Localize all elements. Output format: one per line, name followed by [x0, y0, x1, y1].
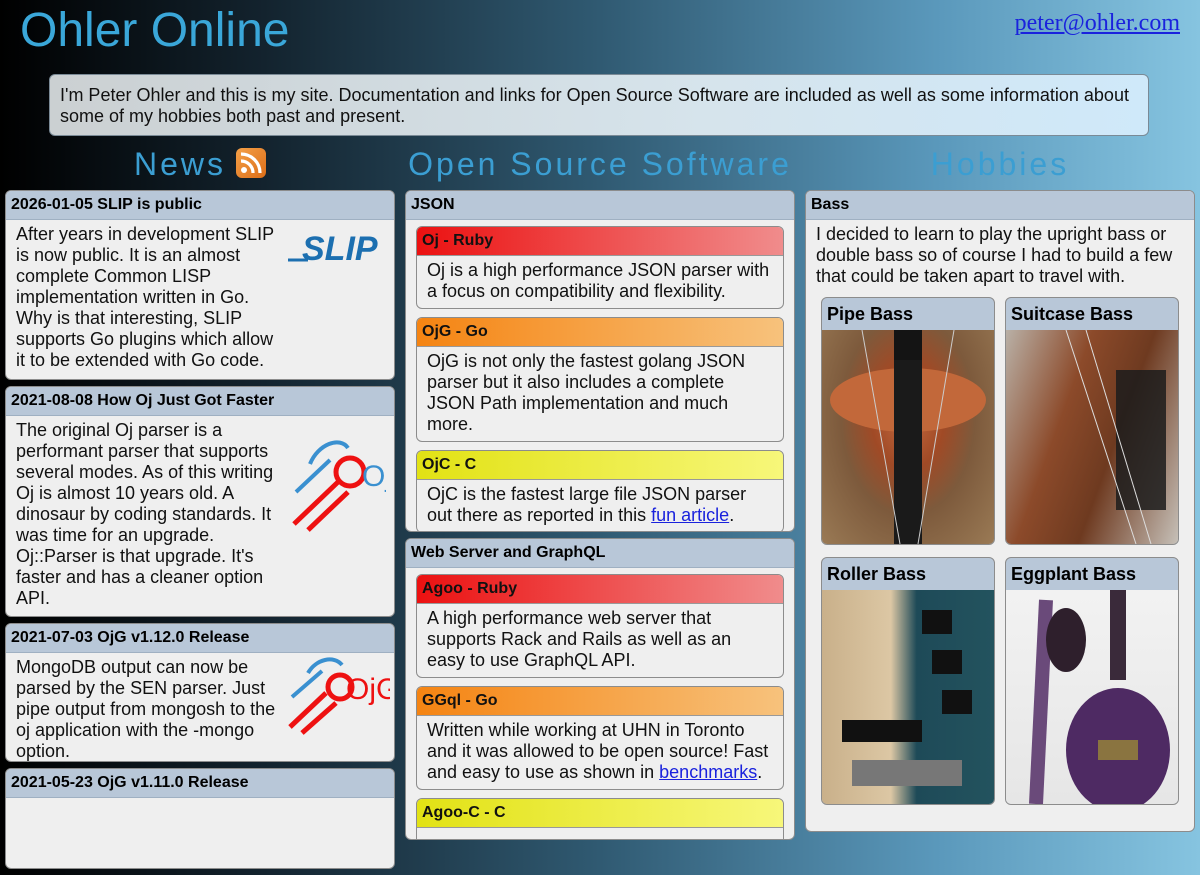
rss-icon[interactable]: [236, 148, 266, 178]
bass-card[interactable]: Pipe Bass: [821, 297, 995, 545]
project-title[interactable]: Agoo-C - C: [417, 799, 783, 827]
project-desc-end: .: [729, 505, 735, 525]
project-title[interactable]: Agoo - Ruby: [417, 575, 783, 603]
project-card: Agoo-C - C: [416, 798, 784, 839]
project-desc: A high performance web server that suppo…: [417, 603, 783, 677]
benchmarks-link[interactable]: benchmarks: [659, 762, 757, 782]
bass-gallery: Pipe Bass Suitcase Bass Roller Bass Eggp…: [806, 293, 1194, 807]
news-item: 2026-01-05 SLIP is public After years in…: [5, 190, 395, 380]
news-item-title[interactable]: 2021-08-08 How Oj Just Got Faster: [6, 387, 394, 416]
ojg-logo-text: OjG: [346, 673, 390, 706]
news-heading: News: [5, 146, 395, 183]
oj-logo: Oj: [290, 434, 392, 539]
news-item: 2021-05-23 OjG v1.11.0 Release: [5, 768, 395, 869]
json-section: JSON Oj - Ruby Oj is a high performance …: [405, 190, 795, 532]
project-desc: [417, 827, 783, 839]
news-item: 2021-08-08 How Oj Just Got Faster The or…: [5, 386, 395, 617]
oss-column: JSON Oj - Ruby Oj is a high performance …: [405, 190, 795, 846]
email-link[interactable]: peter@ohler.com: [1015, 10, 1180, 37]
news-item-title[interactable]: 2021-07-03 OjG v1.12.0 Release: [6, 624, 394, 653]
project-desc: OjC is the fastest large file JSON parse…: [417, 479, 783, 531]
slip-logo: SLIP: [286, 224, 386, 277]
project-title[interactable]: Oj - Ruby: [417, 227, 783, 255]
project-title[interactable]: OjC - C: [417, 451, 783, 479]
intro-box: I'm Peter Ohler and this is my site. Doc…: [49, 74, 1149, 136]
bass-section: Bass I decided to learn to play the upri…: [805, 190, 1195, 832]
project-card: OjC - C OjC is the fastest large file JS…: [416, 450, 784, 531]
news-item-title[interactable]: 2021-05-23 OjG v1.11.0 Release: [6, 769, 394, 798]
bass-title: Suitcase Bass: [1011, 304, 1134, 324]
project-desc: OjG is not only the fastest golang JSON …: [417, 346, 783, 441]
web-section: Web Server and GraphQL Agoo - Ruby A hig…: [405, 538, 795, 840]
site-title: Ohler Online: [20, 4, 290, 57]
news-item: 2021-07-03 OjG v1.12.0 Release MongoDB o…: [5, 623, 395, 762]
news-heading-label: News: [133, 146, 226, 182]
slip-logo-text: SLIP: [302, 230, 378, 268]
fun-article-link[interactable]: fun article: [651, 505, 729, 525]
project-title[interactable]: OjG - Go: [417, 318, 783, 346]
project-card: Agoo - Ruby A high performance web serve…: [416, 574, 784, 678]
bass-section-title: Bass: [806, 191, 1194, 220]
hobbies-heading: Hobbies: [930, 146, 1070, 182]
web-section-title: Web Server and GraphQL: [406, 539, 794, 568]
eggplant-bass-photo[interactable]: [1006, 590, 1178, 804]
project-desc-end: .: [757, 762, 763, 782]
pipe-bass-photo[interactable]: [822, 330, 994, 544]
news-item-body: The original Oj parser is a performant p…: [16, 420, 274, 608]
oss-heading: Open Source Software: [408, 146, 792, 182]
bass-title: Eggplant Bass: [1011, 564, 1137, 584]
roller-bass-photo[interactable]: [822, 590, 994, 804]
bass-intro: I decided to learn to play the upright b…: [816, 224, 1173, 286]
news-column: 2026-01-05 SLIP is public After years in…: [5, 190, 395, 875]
bass-card[interactable]: Eggplant Bass: [1005, 557, 1179, 805]
news-item-body: After years in development SLIP is now p…: [16, 224, 274, 370]
hobbies-column: Bass I decided to learn to play the upri…: [805, 190, 1195, 838]
bass-card[interactable]: Roller Bass: [821, 557, 995, 805]
project-card: GGql - Go Written while working at UHN i…: [416, 686, 784, 790]
news-item-title[interactable]: 2026-01-05 SLIP is public: [6, 191, 394, 220]
project-card: OjG - Go OjG is not only the fastest gol…: [416, 317, 784, 442]
oj-logo-text: Oj: [362, 460, 386, 493]
bass-card[interactable]: Suitcase Bass: [1005, 297, 1179, 545]
bass-title: Pipe Bass: [827, 304, 914, 324]
ojg-logo: OjG: [286, 657, 394, 742]
project-title[interactable]: GGql - Go: [417, 687, 783, 715]
json-section-title: JSON: [406, 191, 794, 220]
bass-title: Roller Bass: [827, 564, 927, 584]
project-desc: Written while working at UHN in Toronto …: [417, 715, 783, 789]
suitcase-bass-photo[interactable]: [1006, 330, 1178, 544]
project-desc: Oj is a high performance JSON parser wit…: [417, 255, 783, 308]
project-card: Oj - Ruby Oj is a high performance JSON …: [416, 226, 784, 309]
news-item-body: MongoDB output can now be parsed by the …: [16, 657, 276, 761]
